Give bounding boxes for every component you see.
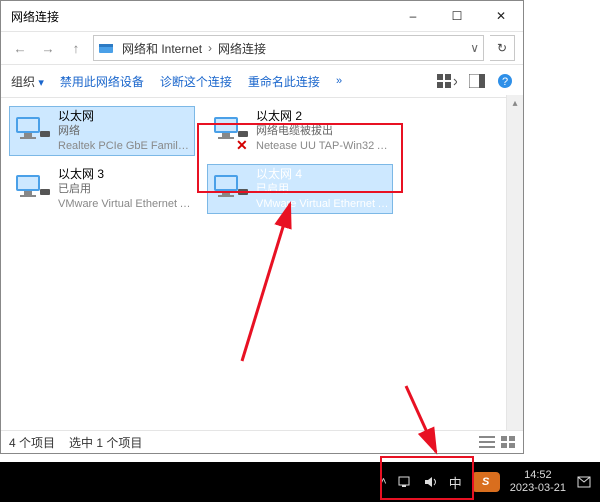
maximize-icon: ☐: [452, 9, 463, 23]
adapter-item[interactable]: 以太网 4 已启用 VMware Virtual Ethernet Adap..…: [207, 164, 393, 214]
address-bar: ← → ↑ 网络和 Internet › 网络连接 ∨ ↻: [1, 32, 523, 65]
adapter-status: 已启用: [58, 182, 192, 197]
adapter-status: 网络电缆被拔出: [256, 124, 390, 139]
status-bar: 4 个项目 选中 1 个项目: [1, 430, 523, 453]
network-adapter-icon: [210, 169, 250, 205]
adapter-item[interactable]: 以太网 3 已启用 VMware Virtual Ethernet Adap..…: [9, 164, 195, 214]
network-adapter-icon: [12, 111, 52, 147]
volume-tray-icon[interactable]: [423, 475, 439, 489]
adapter-name: 以太网 4: [256, 167, 390, 182]
large-icons-view-icon[interactable]: [501, 436, 515, 448]
organize-menu[interactable]: 组织 ▾: [11, 73, 44, 90]
taskbar: ˄ 中 S 14:52 2023-03-21: [0, 462, 600, 502]
maximize-button[interactable]: ☐: [435, 1, 479, 31]
view-mode-button[interactable]: [437, 74, 457, 88]
adapter-name: 以太网: [58, 109, 192, 124]
up-button[interactable]: ↑: [65, 37, 87, 59]
refresh-button[interactable]: ↻: [490, 35, 515, 61]
forward-button[interactable]: →: [37, 37, 59, 59]
chevron-down-icon: ▾: [38, 77, 44, 89]
screenshot-frame: { "window": { "title": "网络连接", "min_tip"…: [0, 0, 600, 502]
adapter-item[interactable]: ✕ 以太网 2 网络电缆被拔出 Netease UU TAP-Win32 Ada…: [207, 106, 393, 156]
breadcrumb-1[interactable]: 网络和 Internet: [118, 36, 206, 60]
item-count: 4 个项目: [9, 434, 55, 451]
adapter-device: VMware Virtual Ethernet Adap...: [58, 197, 192, 212]
svg-text:?: ?: [502, 76, 508, 88]
clock-date: 2023-03-21: [510, 482, 566, 495]
window-title: 网络连接: [1, 8, 59, 25]
breadcrumb-2[interactable]: 网络连接: [214, 36, 270, 60]
adapter-device: Realtek PCIe GbE Family Contr...: [58, 139, 192, 154]
chevron-right-icon: ›: [206, 41, 214, 55]
tray-overflow-icon[interactable]: ˄: [380, 476, 386, 488]
diagnose-button[interactable]: 诊断这个连接: [160, 73, 232, 90]
content-area[interactable]: 以太网 网络 Realtek PCIe GbE Family Contr... …: [1, 98, 523, 434]
network-folder-icon: [98, 40, 114, 56]
scroll-up-icon[interactable]: ▴: [507, 95, 523, 111]
help-button[interactable]: ?: [497, 73, 513, 89]
network-tray-icon[interactable]: [397, 475, 413, 489]
refresh-icon: ↻: [497, 41, 507, 55]
rename-button[interactable]: 重命名此连接: [248, 73, 320, 90]
selected-count: 选中 1 个项目: [69, 434, 142, 451]
overflow-button[interactable]: »: [336, 75, 342, 87]
adapter-name: 以太网 3: [58, 167, 192, 182]
command-bar: 组织 ▾ 禁用此网络设备 诊断这个连接 重命名此连接 » ?: [1, 65, 523, 98]
back-button[interactable]: ←: [9, 37, 31, 59]
arrow-up-icon: ↑: [73, 41, 80, 56]
disconnected-x-icon: ✕: [236, 137, 248, 154]
adapter-status: 已启用: [256, 182, 390, 197]
clock[interactable]: 14:52 2023-03-21: [510, 469, 566, 495]
sogou-ime-icon[interactable]: S: [472, 472, 500, 492]
adapter-grid: 以太网 网络 Realtek PCIe GbE Family Contr... …: [9, 106, 515, 214]
adapter-item[interactable]: 以太网 网络 Realtek PCIe GbE Family Contr...: [9, 106, 195, 156]
adapter-device: VMware Virtual Ethernet Adap...: [256, 197, 390, 212]
arrow-right-icon: →: [41, 41, 54, 56]
titlebar: 网络连接 – ☐ ✕: [1, 1, 523, 32]
adapter-status: 网络: [58, 124, 192, 139]
adapter-device: Netease UU TAP-Win32 Adapt...: [256, 139, 390, 154]
explorer-window: 网络连接 – ☐ ✕ ← → ↑ 网络和 Internet › 网络连接 ∨ ↻…: [0, 0, 524, 454]
address-box[interactable]: 网络和 Internet › 网络连接 ∨: [93, 35, 484, 61]
disable-device-button[interactable]: 禁用此网络设备: [60, 73, 144, 90]
clock-time: 14:52: [524, 469, 552, 482]
adapter-name: 以太网 2: [256, 109, 390, 124]
minimize-button[interactable]: –: [391, 1, 435, 31]
details-view-icon[interactable]: [479, 436, 495, 448]
close-button[interactable]: ✕: [479, 1, 523, 31]
notification-tray-icon[interactable]: [576, 475, 592, 489]
preview-pane-button[interactable]: [469, 74, 485, 88]
arrow-left-icon: ←: [13, 41, 26, 56]
system-tray: ˄ 中 S 14:52 2023-03-21: [380, 469, 592, 495]
network-adapter-icon: [12, 169, 52, 205]
close-icon: ✕: [496, 9, 506, 23]
vertical-scrollbar[interactable]: ▴: [506, 95, 523, 431]
ime-indicator[interactable]: 中: [449, 473, 462, 492]
minimize-icon: –: [410, 9, 417, 23]
chevron-down-icon[interactable]: ∨: [470, 41, 479, 55]
